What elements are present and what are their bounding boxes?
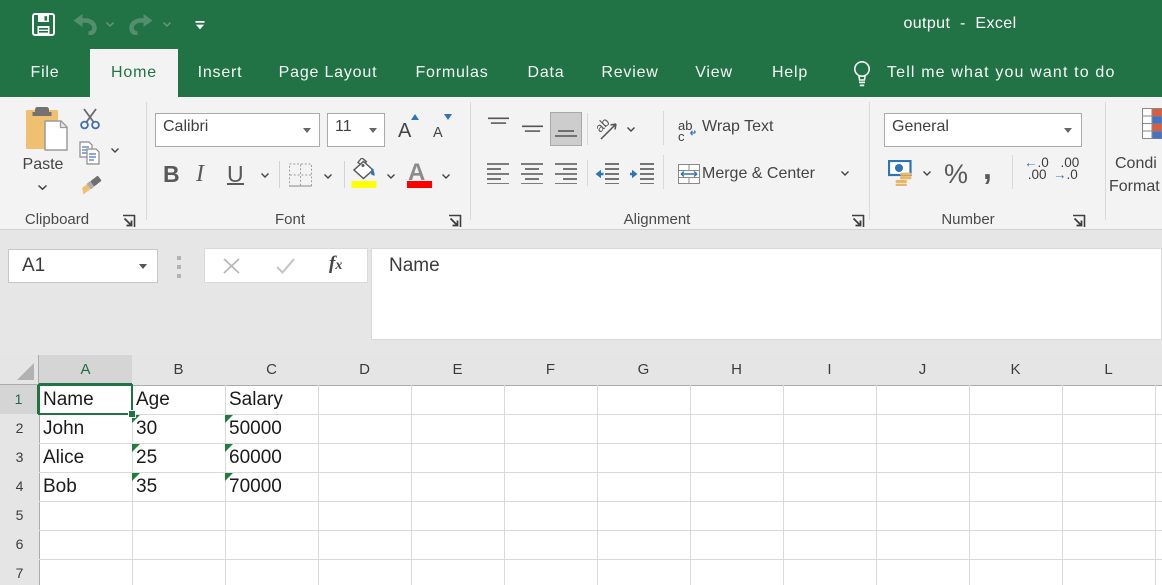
svg-text:ab: ab bbox=[597, 117, 613, 135]
svg-text:c: c bbox=[678, 129, 685, 143]
